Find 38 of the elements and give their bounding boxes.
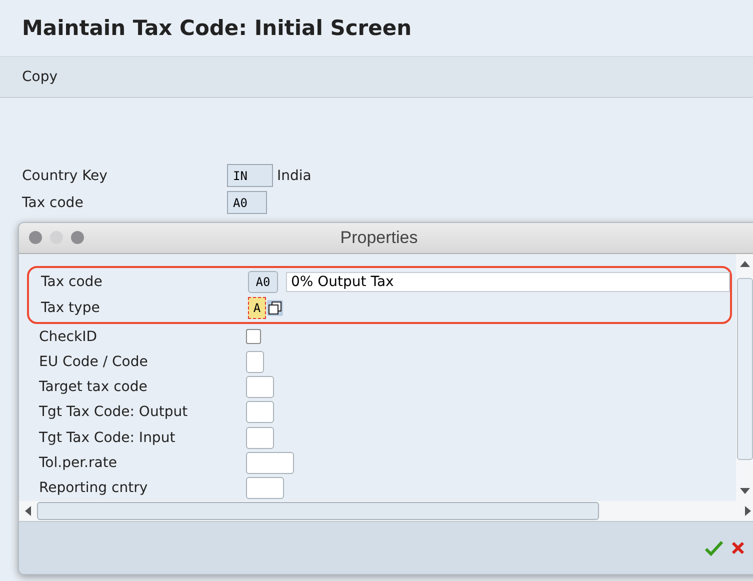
- input-field[interactable]: [246, 426, 274, 449]
- field-label: Tgt Tax Code: Input: [39, 430, 176, 446]
- input-field[interactable]: IN: [227, 164, 273, 187]
- horizontal-scrollbar[interactable]: [19, 501, 753, 521]
- description-field[interactable]: 0% Output Tax: [286, 272, 730, 292]
- input-field[interactable]: [246, 452, 294, 474]
- input-field[interactable]: A: [248, 297, 266, 319]
- field-label: CheckID: [39, 328, 98, 345]
- scroll-down-icon[interactable]: [740, 487, 750, 495]
- field-label: Tax code: [22, 194, 84, 210]
- scroll-left-icon[interactable]: [25, 506, 31, 516]
- close-icon[interactable]: [29, 231, 42, 244]
- field-label: Tax code: [41, 274, 104, 290]
- input-field[interactable]: [246, 350, 264, 373]
- scroll-right-icon[interactable]: [745, 506, 751, 516]
- zoom-icon[interactable]: [71, 231, 84, 244]
- copy-button[interactable]: Copy: [16, 65, 64, 89]
- field-label: Tax type: [41, 300, 101, 316]
- cancel-button[interactable]: [731, 541, 745, 555]
- field-label: Reporting cntry: [39, 480, 149, 496]
- input-field[interactable]: A0: [248, 271, 278, 293]
- field-label: Country Key: [22, 168, 108, 184]
- field-label: EU Code / Code: [39, 354, 149, 370]
- dialog-title: Properties: [340, 228, 418, 248]
- field-description: India: [277, 168, 312, 184]
- confirm-button[interactable]: [705, 540, 723, 556]
- vertical-scrollbar[interactable]: [736, 254, 753, 501]
- field-label: Target tax code: [39, 379, 148, 396]
- copy-icon[interactable]: [267, 300, 283, 316]
- input-field[interactable]: [246, 376, 274, 398]
- input-field[interactable]: [246, 401, 274, 424]
- field-label: Tol.per.rate: [39, 455, 118, 472]
- input-field[interactable]: [246, 477, 284, 500]
- input-field[interactable]: A0: [227, 191, 267, 214]
- window-title: Maintain Tax Code: Initial Screen: [22, 16, 412, 40]
- scroll-up-icon[interactable]: [740, 260, 750, 268]
- field-label: Tgt Tax Code: Output: [39, 404, 189, 420]
- checkbox[interactable]: [246, 329, 261, 344]
